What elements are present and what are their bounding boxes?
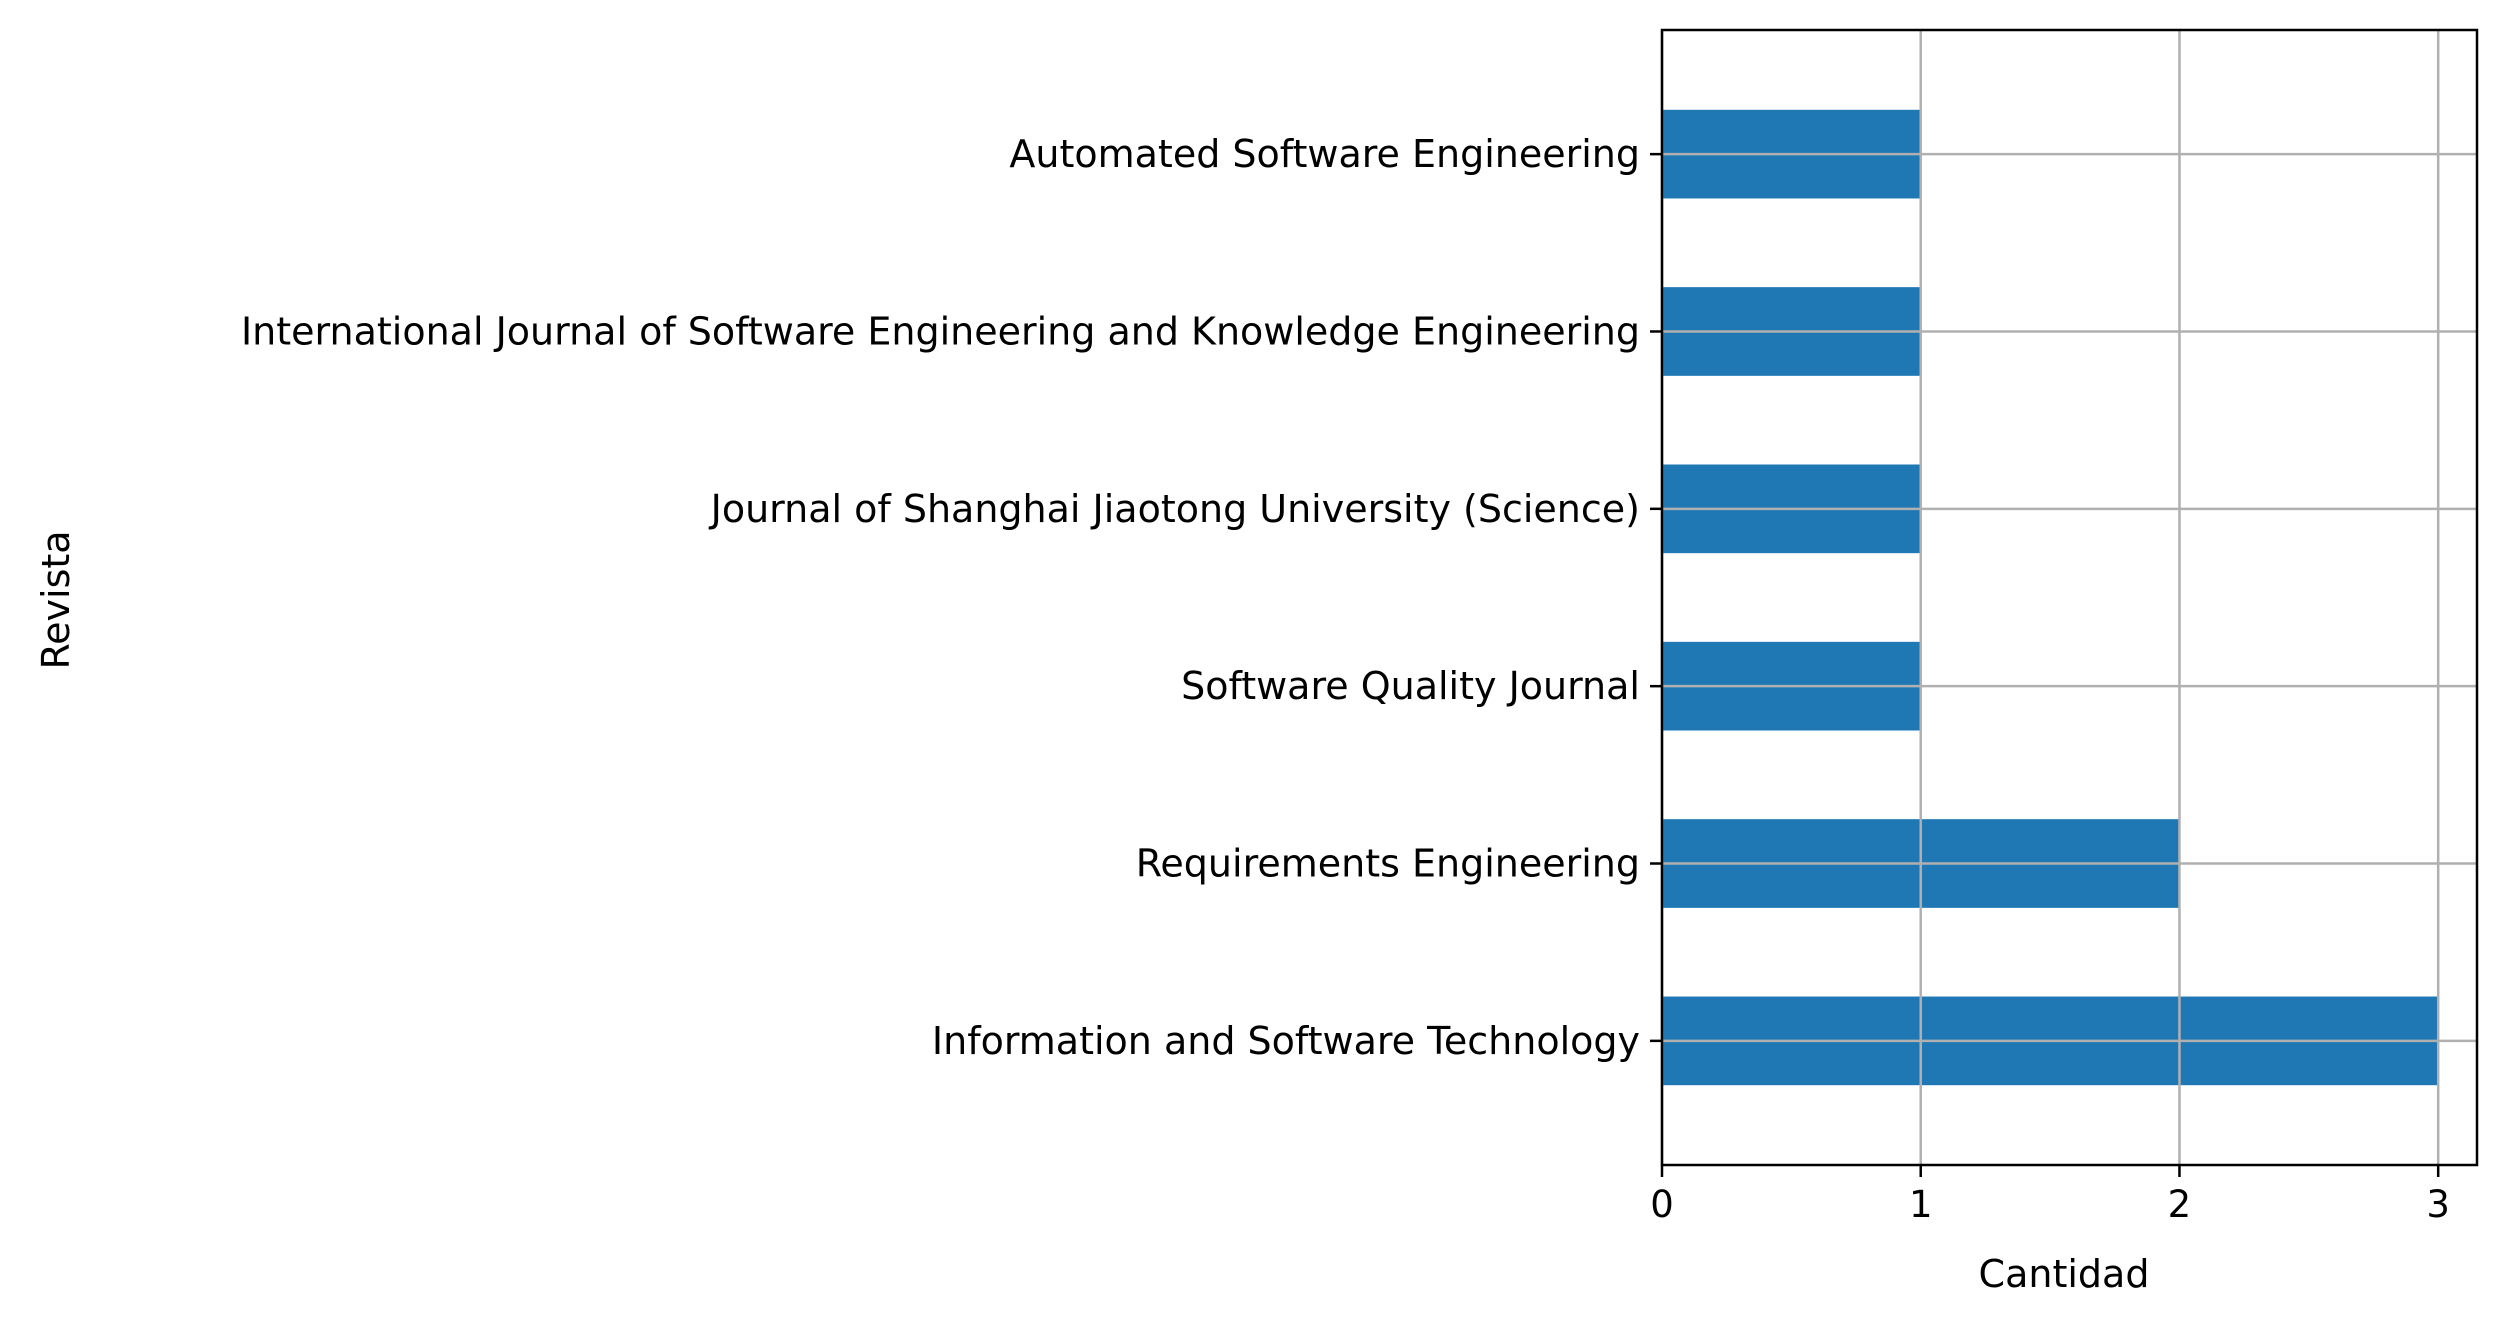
y-tick-label: Journal of Shanghai Jiaotong University … (709, 487, 1640, 531)
y-axis-label: Revista (34, 530, 78, 669)
chart-background (0, 0, 2496, 1322)
x-tick-label: 3 (2426, 1183, 2450, 1226)
bar-chart: 0 1 2 3 Information and Software Technology R… (0, 0, 2496, 1322)
x-tick-label: 0 (1650, 1183, 1674, 1226)
x-axis-label: Cantidad (1979, 1252, 2150, 1296)
y-tick-label: Information and Software Technology (932, 1019, 1640, 1063)
x-tick-label: 2 (2168, 1183, 2192, 1226)
y-tick-label: Automated Software Engineering (1009, 132, 1640, 176)
y-tick-label: International Journal of Software Engine… (241, 309, 1640, 353)
x-tick-label: 1 (1909, 1183, 1933, 1226)
y-tick-label: Software Quality Journal (1181, 664, 1640, 708)
y-tick-label: Requirements Engineering (1136, 842, 1640, 886)
